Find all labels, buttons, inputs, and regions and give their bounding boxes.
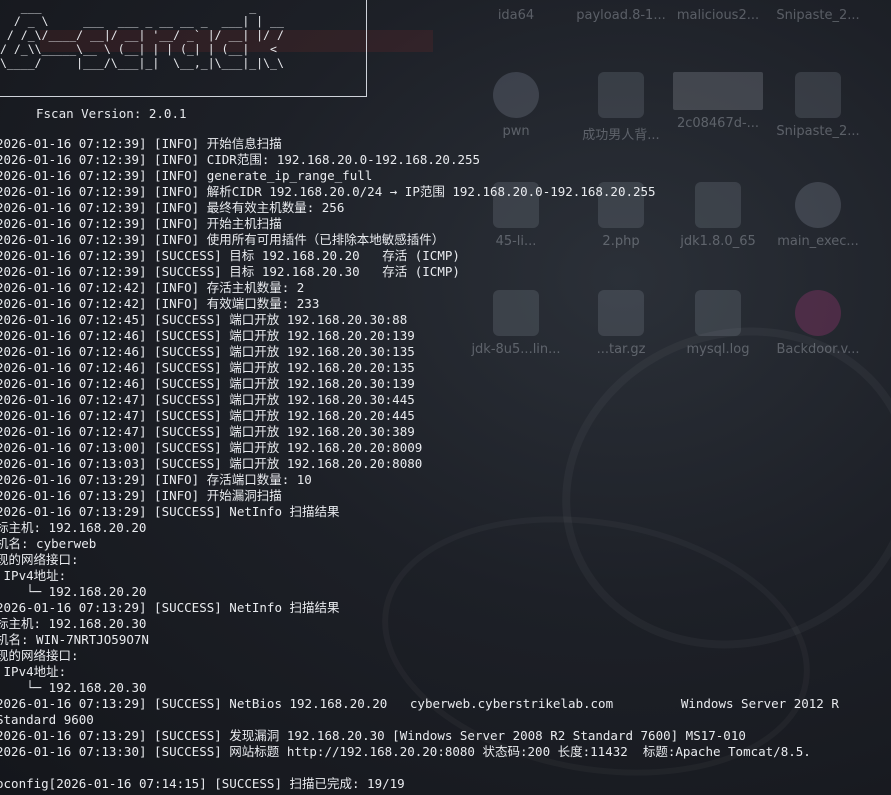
- log-line: 2026-01-16 07:13:29] [SUCCESS] NetBios 1…: [0, 696, 839, 711]
- fscan-version: Fscan Version: 2.0.1: [36, 106, 187, 121]
- log-line: 2026-01-16 07:12:46] [SUCCESS] 端口开放 192.…: [0, 328, 415, 343]
- log-line: 机名: cyberweb: [0, 536, 97, 551]
- log-line: 2026-01-16 07:13:29] [SUCCESS] NetInfo 扫…: [0, 504, 340, 519]
- log-line: 现的网络接口:: [0, 552, 79, 567]
- log-line: Standard 9600: [0, 712, 94, 727]
- scan-output[interactable]: 2026-01-16 07:12:39] [INFO] 开始信息扫描 2026-0…: [0, 136, 839, 792]
- fscan-ascii-banner: ___ _ / _ \ ___ ___ _ __ __ _ ___| | __ …: [0, 0, 284, 70]
- log-line: 2026-01-16 07:12:42] [INFO] 有效端口数量: 233: [0, 296, 320, 311]
- log-line: 2026-01-16 07:12:42] [INFO] 存活主机数量: 2: [0, 280, 305, 295]
- log-line: [0, 760, 839, 776]
- log-line: 2026-01-16 07:12:47] [SUCCESS] 端口开放 192.…: [0, 424, 415, 439]
- log-line: 2026-01-16 07:12:39] [INFO] generate_ip_…: [0, 168, 373, 183]
- log-line: 机名: WIN-7NRTJO59O7N: [0, 632, 149, 647]
- log-line: 2026-01-16 07:13:30] [SUCCESS] 网站标题 http…: [0, 744, 811, 759]
- log-line: 2026-01-16 07:12:39] [SUCCESS] 目标 192.16…: [0, 248, 460, 263]
- log-line: 现的网络接口:: [0, 648, 79, 663]
- log-line: └─ 192.168.20.20: [0, 584, 147, 599]
- terminal-window[interactable]: ___ _ / _ \ ___ ___ _ __ __ _ ___| | __ …: [0, 0, 891, 795]
- log-line: 2026-01-16 07:12:46] [SUCCESS] 端口开放 192.…: [0, 360, 415, 375]
- log-line: 2026-01-16 07:12:39] [INFO] CIDR范围: 192.…: [0, 152, 481, 167]
- log-line: 2026-01-16 07:13:00] [SUCCESS] 端口开放 192.…: [0, 440, 423, 455]
- log-line: 标主机: 192.168.20.30: [0, 616, 147, 631]
- log-line: 2026-01-16 07:12:45] [SUCCESS] 端口开放 192.…: [0, 312, 408, 327]
- log-line: oconfig[2026-01-16 07:14:15] [SUCCESS] 扫…: [0, 776, 405, 791]
- log-line: 2026-01-16 07:12:47] [SUCCESS] 端口开放 192.…: [0, 392, 415, 407]
- log-line: 2026-01-16 07:13:29] [INFO] 存活端口数量: 10: [0, 472, 312, 487]
- log-line: IPv4地址:: [0, 664, 67, 679]
- log-line: IPv4地址:: [0, 568, 67, 583]
- log-line: 2026-01-16 07:13:29] [SUCCESS] NetInfo 扫…: [0, 600, 340, 615]
- log-line: 2026-01-16 07:13:29] [SUCCESS] 发现漏洞 192.…: [0, 728, 746, 743]
- log-line: 2026-01-16 07:12:39] [INFO] 解析CIDR 192.1…: [0, 184, 656, 199]
- log-line: 2026-01-16 07:13:29] [INFO] 开始漏洞扫描: [0, 488, 282, 503]
- log-line: 2026-01-16 07:13:03] [SUCCESS] 端口开放 192.…: [0, 456, 423, 471]
- log-line: 2026-01-16 07:12:46] [SUCCESS] 端口开放 192.…: [0, 376, 415, 391]
- log-line: 2026-01-16 07:12:39] [INFO] 最终有效主机数量: 25…: [0, 200, 345, 215]
- log-line: 2026-01-16 07:12:39] [INFO] 使用所有可用插件（已排除…: [0, 232, 445, 247]
- log-line: 2026-01-16 07:12:39] [INFO] 开始信息扫描: [0, 136, 282, 151]
- log-line: └─ 192.168.20.30: [0, 680, 147, 695]
- log-line: 2026-01-16 07:12:39] [INFO] 开始主机扫描: [0, 216, 282, 231]
- log-line: 标主机: 192.168.20.20: [0, 520, 147, 535]
- log-line: 2026-01-16 07:12:46] [SUCCESS] 端口开放 192.…: [0, 344, 415, 359]
- log-line: 2026-01-16 07:12:39] [SUCCESS] 目标 192.16…: [0, 264, 460, 279]
- log-line: 2026-01-16 07:12:47] [SUCCESS] 端口开放 192.…: [0, 408, 415, 423]
